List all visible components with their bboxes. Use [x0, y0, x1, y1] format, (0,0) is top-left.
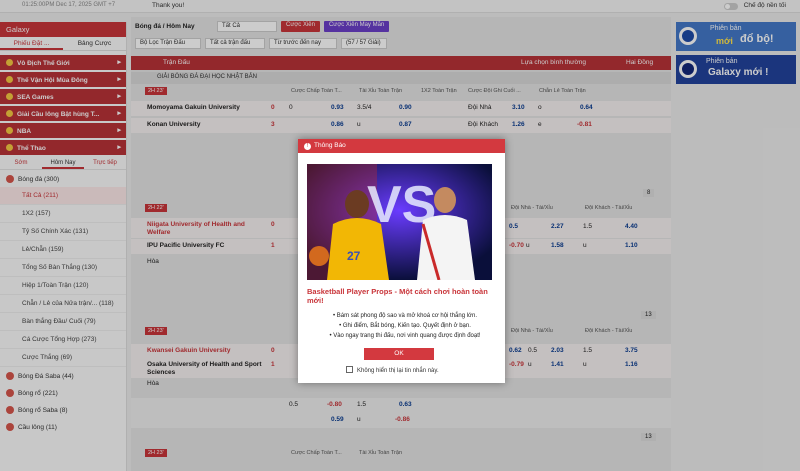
modal-title: Thông Báo	[314, 142, 346, 149]
dont-show-label: Không hiển thị lại tin nhắn này.	[357, 368, 439, 374]
jersey-number: 27	[347, 249, 361, 263]
dont-show-again[interactable]: Không hiển thị lại tin nhắn này.	[346, 366, 439, 374]
bullet-text: Ghi điểm, Bắt bóng, Kiến tạo. Quyết định…	[342, 323, 471, 329]
modal-headline: Basketball Player Props - Một cách chơi …	[307, 287, 488, 305]
modal-bullets: • Bám sát phong độ sao và mở khoá cơ hội…	[310, 311, 500, 341]
info-icon: !	[304, 143, 311, 150]
bullet-item: • Bám sát phong độ sao và mở khoá cơ hội…	[333, 313, 477, 319]
checkbox[interactable]	[346, 366, 353, 373]
notification-modal: ! Thông Báo VS 27 Basketball Player Props…	[298, 139, 505, 383]
modal-header: ! Thông Báo	[298, 139, 505, 153]
promo-image: VS 27	[307, 164, 492, 280]
basketball-players-art: VS 27	[307, 164, 492, 280]
bullet-item: • Vào ngay trang thi đấu, nơi vinh quang…	[329, 333, 481, 339]
ok-button[interactable]: OK	[364, 348, 434, 360]
bullet-text: Bám sát phong độ sao và mở khoá cơ hội t…	[336, 313, 477, 319]
bullet-text: Vào ngay trang thi đấu, nơi vinh quang đ…	[333, 333, 481, 339]
bullet-item: • Ghi điểm, Bắt bóng, Kiến tạo. Quyết đị…	[339, 323, 471, 329]
